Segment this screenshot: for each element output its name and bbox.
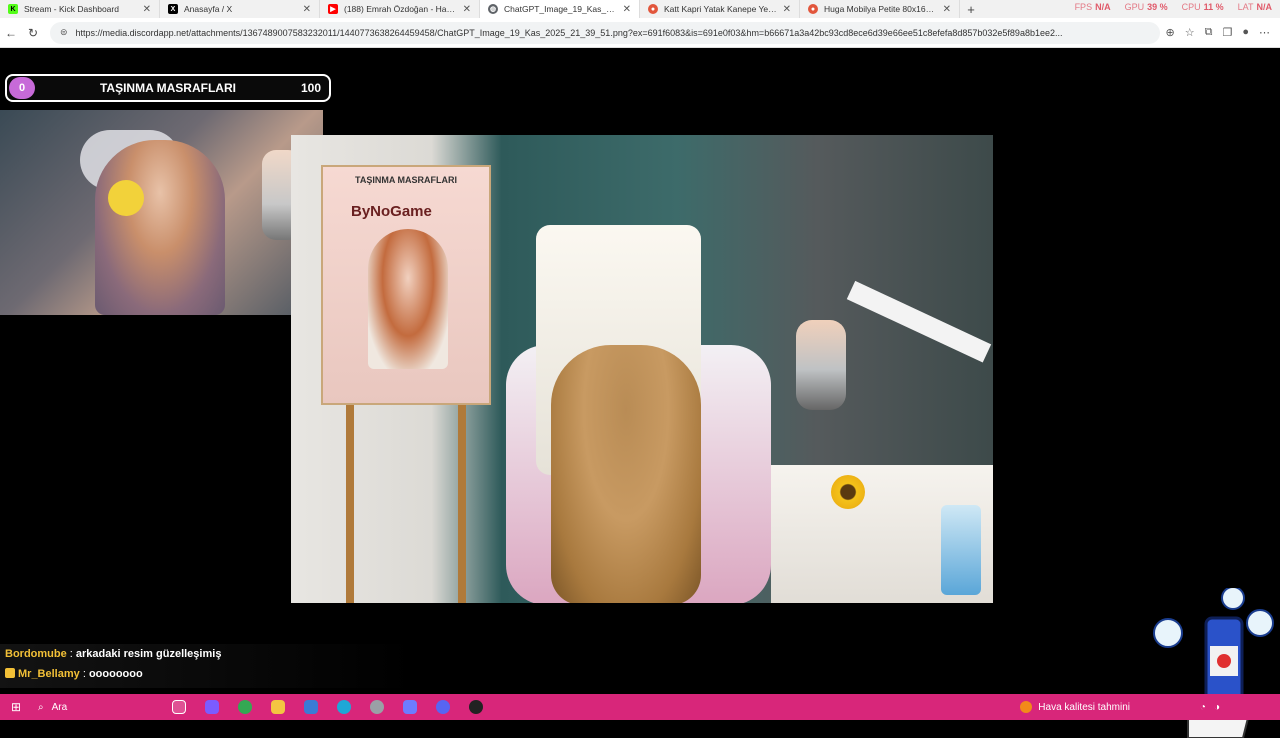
sunflower <box>831 475 865 509</box>
tab-katt-kapri[interactable]: ● Katt Kapri Yatak Kanepe Yeni Ne ✕ <box>640 0 800 18</box>
new-tab-button[interactable]: + <box>960 0 982 18</box>
task-view-icon[interactable] <box>162 696 195 718</box>
system-tray: ◔ ◑ <box>1200 694 1220 720</box>
meerkat <box>551 345 701 603</box>
webcam-feed <box>0 110 323 315</box>
network-icon[interactable]: ◔ <box>1200 702 1206 713</box>
app-icon[interactable] <box>360 696 393 718</box>
url-text: https://media.discordapp.net/attachments… <box>75 27 1063 38</box>
kick-icon: K <box>8 4 18 14</box>
canvas-brand: ByNoGame <box>351 203 432 220</box>
chat-badge-icon <box>5 668 15 678</box>
chat-overlay: Bordomube : arkadaki resim güzelleşimiş … <box>0 644 415 688</box>
close-icon[interactable]: ✕ <box>303 4 311 15</box>
progress-start-value: 0 <box>9 77 35 99</box>
chat-text: oooooooo <box>88 668 143 680</box>
plush-toy <box>108 180 144 216</box>
displayed-image: TAŞINMA MASRAFLARI ByNoGame <box>291 135 993 603</box>
canvas-painting: TAŞINMA MASRAFLARI ByNoGame <box>321 165 491 405</box>
windows-taskbar: ⊞ ⌕ Ara Hava kalitesi tahmini ◔ ◑ <box>0 694 1280 720</box>
zoom-icon[interactable]: ⊕ <box>1166 26 1175 39</box>
youtube-icon: ▶ <box>328 4 338 14</box>
close-icon[interactable]: ✕ <box>783 4 791 15</box>
chrome-icon[interactable] <box>228 696 261 718</box>
mic-arm <box>846 280 992 363</box>
file-explorer-icon[interactable] <box>261 696 294 718</box>
performance-overlay: FPS N/A GPU 39 % CPU 11 % LAT N/A <box>1075 2 1272 12</box>
tab-title: (188) Emrah Özdoğan - Hadi Git <box>344 4 459 14</box>
profile-icon[interactable]: ● <box>1242 26 1249 39</box>
tab-chatgpt-image[interactable]: ◍ ChatGPT_Image_19_Kas_2025_21 ✕ <box>480 0 640 18</box>
progress-title: TAŞINMA MASRAFLARI <box>99 81 236 95</box>
app-icon[interactable] <box>393 696 426 718</box>
reload-icon[interactable]: ↻ <box>22 26 44 40</box>
globe-icon: ◍ <box>488 4 498 14</box>
discord-icon[interactable] <box>426 696 459 718</box>
weather-text: Hava kalitesi tahmini <box>1038 701 1130 713</box>
canvas-portrait <box>368 229 448 369</box>
store-icon[interactable] <box>294 696 327 718</box>
site-info-icon[interactable]: ⊜ <box>60 27 68 38</box>
url-field[interactable]: ⊜ https://media.discordapp.net/attachmen… <box>50 21 1160 44</box>
close-icon[interactable]: ✕ <box>143 4 151 15</box>
streamer <box>95 140 225 315</box>
chat-message: Bordomube : arkadaki resim güzelleşimiş <box>5 648 222 660</box>
shop-icon: ● <box>808 4 818 14</box>
goal-progress-bar: 0 TAŞINMA MASRAFLARI 100 <box>5 74 331 102</box>
progress-end-value: 100 <box>300 81 321 95</box>
close-icon[interactable]: ✕ <box>943 4 951 15</box>
close-icon[interactable]: ✕ <box>463 4 471 15</box>
collections-icon[interactable]: ❐ <box>1222 26 1232 39</box>
favorite-star-icon[interactable]: ☆ <box>1185 26 1195 39</box>
shop-icon: ● <box>648 4 658 14</box>
tab-title: Huga Mobilya Petite 80x160 Kan <box>824 4 939 14</box>
canvas-caption: TAŞINMA MASRAFLARI <box>355 175 457 185</box>
chat-message: Mr_Bellamy : oooooooo <box>5 668 143 680</box>
tab-x-home[interactable]: X Anasayfa / X ✕ <box>160 0 320 18</box>
studio-microphone <box>796 320 846 410</box>
extensions-icon[interactable]: ⧉ <box>1205 26 1213 39</box>
taskbar-search[interactable]: ⌕ Ara <box>32 697 162 717</box>
close-icon[interactable]: ✕ <box>623 4 631 15</box>
tab-huga-mobilya[interactable]: ● Huga Mobilya Petite 80x160 Kan ✕ <box>800 0 960 18</box>
browser-tab-strip: K Stream - Kick Dashboard ✕ X Anasayfa /… <box>0 0 1280 18</box>
chat-username: Mr_Bellamy <box>18 668 80 680</box>
perf-lat: LAT N/A <box>1237 2 1272 12</box>
perf-cpu: CPU 11 % <box>1181 2 1224 12</box>
toolbar-icons: ⊕ ☆ ⧉ ❐ ● ⋯ <box>1166 26 1280 39</box>
tab-title: Katt Kapri Yatak Kanepe Yeni Ne <box>664 4 779 14</box>
search-icon: ⌕ <box>38 701 44 713</box>
chat-text: arkadaki resim güzelleşimiş <box>75 648 222 660</box>
perf-gpu: GPU 39 % <box>1124 2 1168 12</box>
address-bar-row: ← ↻ ⊜ https://media.discordapp.net/attac… <box>0 18 1280 48</box>
x-icon: X <box>168 4 178 14</box>
menu-icon[interactable]: ⋯ <box>1259 26 1270 39</box>
volume-icon[interactable]: ◑ <box>1214 702 1220 713</box>
back-icon[interactable]: ← <box>0 26 22 40</box>
tab-kick-dashboard[interactable]: K Stream - Kick Dashboard ✕ <box>0 0 160 18</box>
easel-stand <box>346 405 466 603</box>
windows-start-icon[interactable]: ⊞ <box>0 700 32 714</box>
tab-youtube[interactable]: ▶ (188) Emrah Özdoğan - Hadi Git ✕ <box>320 0 480 18</box>
stream-stage: 0 TAŞINMA MASRAFLARI 100 TAŞINMA MASRAFL… <box>0 48 1280 738</box>
copilot-icon[interactable] <box>195 696 228 718</box>
weather-icon <box>1020 701 1033 713</box>
chat-username: Bordomube <box>5 648 67 660</box>
tab-title: Stream - Kick Dashboard <box>24 4 119 14</box>
tab-title: ChatGPT_Image_19_Kas_2025_21 <box>504 4 619 14</box>
obs-icon[interactable] <box>459 696 492 718</box>
tab-title: Anasayfa / X <box>184 4 233 14</box>
perf-fps: FPS N/A <box>1074 2 1111 12</box>
weather-widget[interactable]: Hava kalitesi tahmini <box>1020 694 1130 720</box>
edge-icon[interactable] <box>327 696 360 718</box>
spray-bottle <box>941 505 981 595</box>
search-placeholder: Ara <box>51 701 68 713</box>
